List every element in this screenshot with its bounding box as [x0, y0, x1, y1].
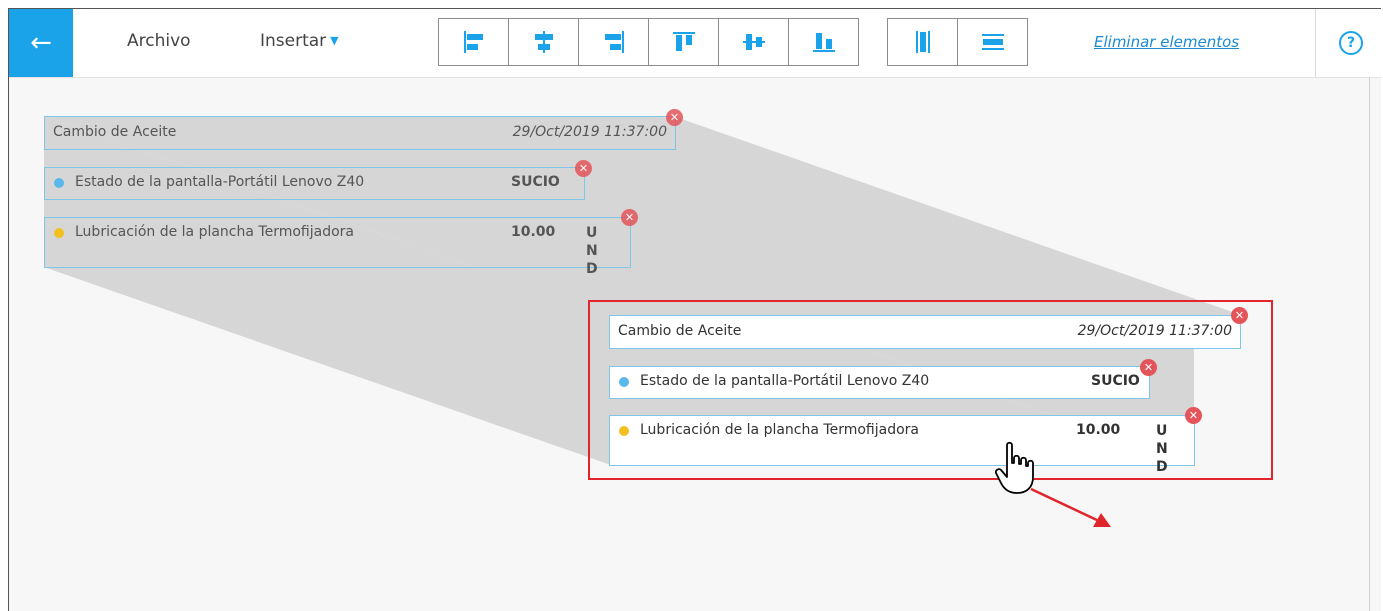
close-glyph: ✕ [624, 211, 635, 224]
ghost-item2-close-icon[interactable]: ✕ [621, 209, 638, 226]
status-dot-yellow [619, 426, 629, 436]
item2-text: Lubricación de la plancha Termofijadora [640, 422, 919, 438]
close-glyph: ✕ [669, 111, 680, 124]
item2-card[interactable]: Lubricación de la plancha Termofijadora … [609, 415, 1195, 475]
close-glyph: ✕ [1143, 361, 1154, 374]
drag-direction-arrow-icon [1030, 487, 1111, 527]
ghost-header-title: Cambio de Aceite [53, 124, 177, 140]
ghost-item2-card: Lubricación de la plancha Termofijadora … [44, 217, 631, 277]
item1-value: SUCIO [1091, 373, 1140, 389]
ghost-header-card: Cambio de Aceite 29/Oct/2019 11:37:00 [44, 116, 676, 150]
item2-value: 10.00 [1076, 422, 1121, 438]
ghost-header-close-icon[interactable]: ✕ [666, 109, 683, 126]
header-card[interactable]: Cambio de Aceite 29/Oct/2019 11:37:00 [609, 315, 1241, 349]
close-glyph: ✕ [578, 162, 589, 175]
item2-close-icon[interactable]: ✕ [1185, 407, 1202, 424]
header-title: Cambio de Aceite [618, 323, 742, 339]
ghost-item2-value: 10.00 [511, 224, 556, 240]
item1-card[interactable]: Estado de la pantalla-Portátil Lenovo Z4… [609, 366, 1150, 399]
close-glyph: ✕ [1234, 309, 1245, 322]
ghost-item2-unit: UND [586, 225, 598, 277]
status-dot-blue [54, 178, 64, 188]
item1-close-icon[interactable]: ✕ [1140, 359, 1157, 376]
ghost-item1-value: SUCIO [511, 174, 560, 190]
canvas-scrollbar[interactable] [1369, 77, 1370, 611]
app-frame: ← Archivo Insertar ▼ Eliminar elementos … [8, 8, 1381, 611]
ghost-item2-text: Lubricación de la plancha Termofijadora [75, 224, 354, 240]
item1-text: Estado de la pantalla-Portátil Lenovo Z4… [640, 373, 930, 389]
ghost-header-date: 29/Oct/2019 11:37:00 [512, 124, 667, 140]
status-dot-blue [619, 377, 629, 387]
header-close-icon[interactable]: ✕ [1231, 307, 1248, 324]
ghost-item1-close-icon[interactable]: ✕ [575, 160, 592, 177]
close-glyph: ✕ [1188, 409, 1199, 422]
header-date: 29/Oct/2019 11:37:00 [1077, 323, 1232, 339]
ghost-item1-card: Estado de la pantalla-Portátil Lenovo Z4… [44, 167, 585, 200]
item2-unit: UND [1156, 423, 1168, 475]
ghost-item1-text: Estado de la pantalla-Portátil Lenovo Z4… [75, 174, 365, 190]
status-dot-yellow [54, 228, 64, 238]
